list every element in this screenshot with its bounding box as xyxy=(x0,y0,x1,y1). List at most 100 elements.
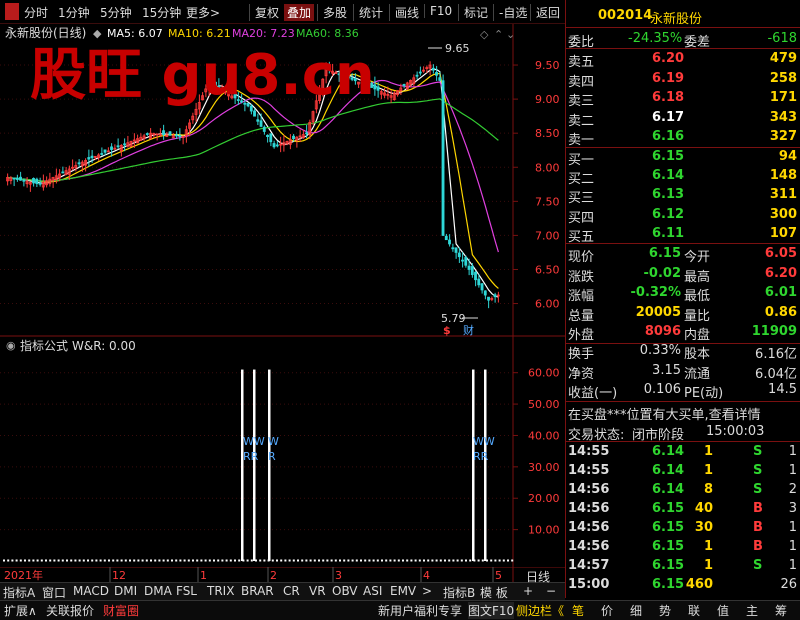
tab-trix[interactable]: TRIX xyxy=(207,584,234,598)
expand-button[interactable]: 扩展∧ xyxy=(4,602,37,619)
diamond-icon[interactable]: ◇ xyxy=(480,28,489,41)
wealth-circle-button[interactable]: 财富圈 xyxy=(103,602,139,619)
wr-dot xyxy=(154,559,157,562)
side-tab-trend[interactable]: 势 xyxy=(659,602,671,619)
side-tab-chips[interactable]: 筹 xyxy=(775,602,787,619)
draw-line-button[interactable]: 画线 xyxy=(389,4,419,21)
wr-dot xyxy=(284,559,287,562)
remove-watchlist-button[interactable]: -自选 xyxy=(493,4,527,21)
related-quotes-button[interactable]: 关联报价 xyxy=(46,602,94,619)
tick-row: 14:55 6.14 1 S 1 xyxy=(566,442,800,462)
wr-dot xyxy=(196,559,199,562)
return-button[interactable]: 返回 xyxy=(530,4,560,21)
tick-count: 26 xyxy=(780,577,797,592)
tick-time: 15:00 xyxy=(568,577,610,592)
dividend-marker[interactable]: $ xyxy=(443,324,451,337)
tab-dma[interactable]: DMA xyxy=(144,584,172,598)
multi-stock-button[interactable]: 多股 xyxy=(317,4,347,21)
period-selector[interactable]: 日线 xyxy=(526,568,550,585)
wr-dot xyxy=(288,559,291,562)
ask-level-row: 卖一 6.16 327 xyxy=(566,127,800,148)
overlay-button[interactable]: 叠加 xyxy=(284,4,315,21)
tick-count: 1 xyxy=(788,520,797,535)
mark-button[interactable]: 标记 xyxy=(458,4,488,21)
wr-dot xyxy=(431,559,434,562)
y-axis-label: 20.00 xyxy=(528,492,560,505)
wr-dot xyxy=(347,559,350,562)
tab-macd[interactable]: MACD xyxy=(73,584,109,598)
chevron-up-icon[interactable]: ⌃ xyxy=(494,28,503,41)
bid-level-label: 买一 xyxy=(568,153,595,168)
y-axis-label: 40.00 xyxy=(528,429,560,442)
bid-volume: 311 xyxy=(769,187,797,203)
side-tab-bi[interactable]: 笔 xyxy=(572,602,584,619)
chart-settings-icon[interactable]: ◆ xyxy=(93,27,102,40)
side-tab-price[interactable]: 价 xyxy=(601,602,613,619)
wr-dot xyxy=(322,559,325,562)
tab-1min[interactable]: 1分钟 xyxy=(58,4,90,21)
bid-volume: 94 xyxy=(778,149,797,164)
wr-indicator-chart[interactable]: 60.00 50.00 40.00 30.00 20.00 10.00 ◉ 指标公式 W&… xyxy=(0,337,565,567)
quote-row: 现价 6.15 今开 6.05 xyxy=(566,244,800,265)
tab-15min[interactable]: 15分钟 xyxy=(142,4,181,21)
zoom-in-button[interactable]: + xyxy=(523,584,533,598)
y-axis-label: 10.00 xyxy=(528,524,560,537)
tab-emv[interactable]: EMV xyxy=(390,584,416,598)
statistics-button[interactable]: 统计 xyxy=(353,4,383,21)
new-user-benefits-link[interactable]: 新用户福利专享 xyxy=(378,602,462,619)
restore-rights-button[interactable]: 复权 xyxy=(249,4,279,21)
candle xyxy=(90,155,94,159)
wr-dot xyxy=(502,559,505,562)
back-arrow-icon[interactable] xyxy=(5,3,19,20)
wr-dot xyxy=(171,559,173,562)
side-tab-detail[interactable]: 细 xyxy=(630,602,642,619)
side-tab-link[interactable]: 联 xyxy=(688,602,700,619)
tick-volume: 8 xyxy=(703,482,713,497)
fundamental-label: 换手 xyxy=(568,347,595,362)
ask-price: 6.20 xyxy=(652,51,685,66)
tab-cr[interactable]: CR xyxy=(283,584,300,598)
tab-brar[interactable]: BRAR xyxy=(241,584,274,598)
tab-indicator-a[interactable]: 指标A xyxy=(3,584,35,601)
tab-window[interactable]: 窗口 xyxy=(42,584,66,601)
wr-dot xyxy=(292,559,295,562)
tab-fsl[interactable]: FSL xyxy=(176,584,197,598)
tab-obv[interactable]: OBV xyxy=(332,584,358,598)
wr-dot xyxy=(208,559,211,562)
tab-dmi[interactable]: DMI xyxy=(114,584,137,598)
wr-dot xyxy=(456,559,459,562)
tab-asi[interactable]: ASI xyxy=(363,584,382,598)
tab-5min[interactable]: 5分钟 xyxy=(100,4,132,21)
side-tab-main[interactable]: 主 xyxy=(746,602,758,619)
candlestick-chart[interactable]: 股旺 gu8.cn 9.50 9.00 8.50 8.00 7.50 7.00 6.50 6.… xyxy=(0,24,565,337)
big-order-notice[interactable]: 在买盘***位置有大买单,查看详情 xyxy=(566,402,800,423)
candle xyxy=(256,119,260,122)
finance-marker[interactable]: 财 xyxy=(463,323,474,337)
fundamental-value: 0.106 xyxy=(643,382,681,397)
wr-dot xyxy=(250,559,253,562)
more-menu[interactable]: 更多> xyxy=(186,4,220,21)
tab-template[interactable]: 模 板 xyxy=(480,584,508,601)
f10-button[interactable]: F10 xyxy=(424,4,452,18)
tick-side: S xyxy=(753,558,763,573)
tick-price: 6.14 xyxy=(652,444,685,459)
wr-dot xyxy=(179,559,182,562)
sidebar-toggle-button[interactable]: 侧边栏《 xyxy=(516,602,564,619)
chevron-down-icon[interactable]: ⌄ xyxy=(506,28,515,41)
wr-dot xyxy=(330,559,333,562)
tab-indicator-b[interactable]: 指标B xyxy=(443,584,475,601)
ask-level-row: 卖四 6.19 258 xyxy=(566,69,800,90)
zoom-out-button[interactable]: − xyxy=(546,584,556,598)
tab-intraday[interactable]: 分时 xyxy=(24,4,48,21)
wr-dot xyxy=(129,559,131,562)
candle xyxy=(253,110,256,117)
side-tab-value[interactable]: 值 xyxy=(717,602,729,619)
wr-dot xyxy=(271,559,274,562)
tab-more-arrow[interactable]: > xyxy=(422,584,432,598)
wr-dot xyxy=(301,559,304,562)
wr-dot xyxy=(49,559,52,562)
tab-vr[interactable]: VR xyxy=(309,584,326,598)
graphic-f10-button[interactable]: 图文F10 xyxy=(468,602,515,619)
wr-dot xyxy=(255,559,257,562)
indicator-toggle-icon[interactable]: ◉ xyxy=(6,339,16,352)
